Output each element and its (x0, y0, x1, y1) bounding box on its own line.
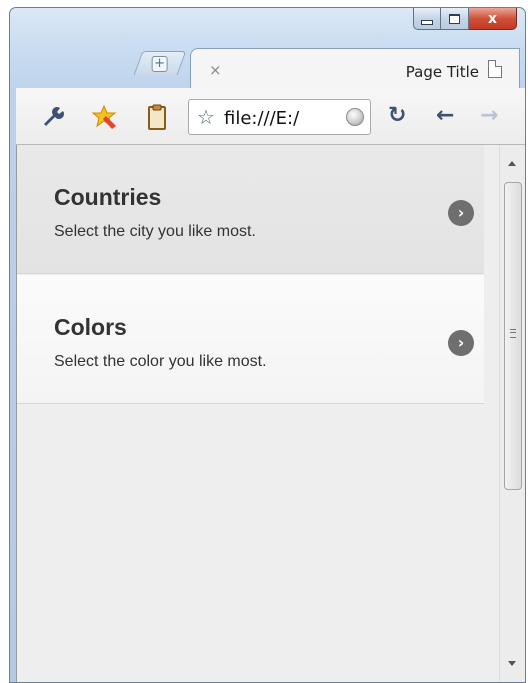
forward-icon[interactable]: → (480, 102, 498, 130)
list-item-title: Colors (54, 314, 127, 340)
chevron-right-icon[interactable]: › (448, 200, 474, 226)
address-bar[interactable]: ☆ file:///E:/ (188, 99, 371, 135)
close-icon: x (487, 10, 498, 27)
new-tab-button[interactable]: + (133, 51, 187, 75)
wrench-icon[interactable] (40, 104, 66, 130)
plus-icon: + (151, 55, 168, 72)
bookmark-star-icon[interactable]: ☆ (197, 106, 215, 128)
list-item-description: Select the color you like most. (54, 353, 267, 370)
maximize-icon (449, 13, 460, 24)
close-window-button[interactable]: x (469, 8, 517, 30)
scrollbar-thumb[interactable] (504, 182, 522, 490)
tab-active[interactable]: × Page Title (190, 48, 520, 92)
back-icon[interactable]: ← (436, 102, 454, 130)
scroll-up-arrow-icon[interactable] (508, 161, 516, 166)
page-content: Countries Select the city you like most.… (16, 145, 525, 682)
browser-window: x + × Page Title ☆ file:///E:/ ↻ ← → Cou… (9, 7, 526, 683)
grip-icon (510, 329, 516, 338)
browser-toolbar: ☆ file:///E:/ ↻ ← → (16, 88, 525, 145)
maximize-button[interactable] (441, 8, 469, 30)
list-item-colors[interactable]: Colors Select the color you like most. › (17, 275, 484, 404)
window-controls: x (413, 8, 517, 30)
globe-icon (346, 108, 364, 126)
tab-close-icon[interactable]: × (209, 61, 222, 79)
tab-title: Page Title (405, 63, 479, 81)
minimize-button[interactable] (413, 8, 441, 30)
vertical-scrollbar[interactable] (499, 145, 525, 682)
scroll-down-arrow-icon[interactable] (508, 661, 516, 666)
page-icon (488, 60, 502, 78)
chevron-right-icon[interactable]: › (448, 330, 474, 356)
extension-star-icon[interactable] (92, 104, 118, 130)
list-item-countries[interactable]: Countries Select the city you like most.… (17, 145, 484, 274)
reload-icon[interactable]: ↻ (388, 102, 406, 130)
clipboard-icon[interactable] (144, 104, 170, 130)
minimize-icon (421, 20, 433, 25)
address-input[interactable]: file:///E:/ (224, 108, 299, 129)
list-item-title: Countries (54, 184, 162, 210)
list-item-description: Select the city you like most. (54, 223, 256, 240)
